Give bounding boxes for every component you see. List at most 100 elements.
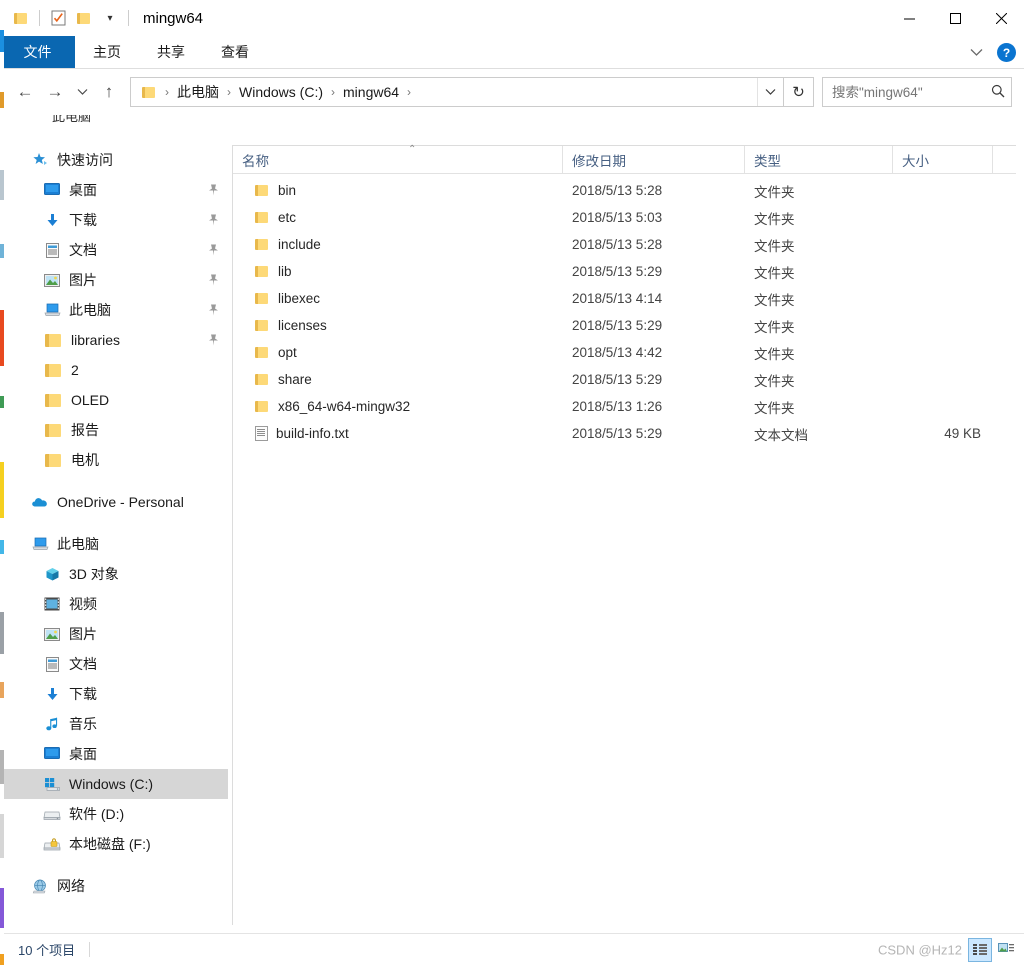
forward-button[interactable]: → bbox=[40, 77, 70, 107]
sidebar-item-libraries[interactable]: libraries bbox=[0, 325, 228, 355]
tab-view[interactable]: 查看 bbox=[203, 36, 267, 68]
file-name-cell[interactable]: include bbox=[233, 237, 563, 252]
breadcrumb-item-2[interactable]: mingw64 bbox=[338, 82, 404, 102]
pin-icon[interactable] bbox=[207, 334, 220, 347]
sidebar-item-2[interactable]: 2 bbox=[0, 355, 228, 385]
nav-spacer-3 bbox=[0, 859, 228, 871]
sidebar-item-local-disk-f[interactable]: 本地磁盘 (F:) bbox=[0, 829, 228, 859]
table-row[interactable]: etc 2018/5/13 5:03 文件夹 bbox=[233, 204, 1016, 231]
breadcrumb-item-1[interactable]: Windows (C:) bbox=[234, 82, 328, 102]
pictures-icon bbox=[42, 271, 62, 289]
file-name-cell[interactable]: x86_64-w64-mingw32 bbox=[233, 399, 563, 414]
details-view-icon[interactable] bbox=[968, 937, 992, 962]
qat-dropdown-icon[interactable]: ▾ bbox=[97, 5, 123, 31]
drive-icon bbox=[42, 805, 62, 823]
sidebar-item-documents-pc[interactable]: 文档 bbox=[0, 649, 228, 679]
sidebar-item-desktop[interactable]: 桌面 bbox=[0, 175, 228, 205]
up-button[interactable]: ↑ bbox=[94, 77, 124, 107]
file-date-cell: 2018/5/13 5:29 bbox=[572, 264, 663, 279]
sidebar-item-3d-objects[interactable]: 3D 对象 bbox=[0, 559, 228, 589]
sidebar-item-desktop-pc[interactable]: 桌面 bbox=[0, 739, 228, 769]
file-name-cell[interactable]: lib bbox=[233, 264, 563, 279]
pin-icon[interactable] bbox=[207, 244, 220, 257]
file-date-cell: 2018/5/13 1:26 bbox=[572, 399, 663, 414]
address-box[interactable]: › 此电脑 › Windows (C:) › mingw64 › bbox=[130, 77, 784, 107]
table-row[interactable]: libexec 2018/5/13 4:14 文件夹 bbox=[233, 285, 1016, 312]
pin-icon[interactable] bbox=[207, 184, 220, 197]
pin-icon[interactable] bbox=[207, 214, 220, 227]
sidebar-item-documents[interactable]: 文档 bbox=[0, 235, 228, 265]
large-icons-view-icon[interactable] bbox=[994, 938, 1018, 962]
sidebar-item-motor[interactable]: 电机 bbox=[0, 445, 228, 475]
search-box[interactable] bbox=[822, 77, 1012, 107]
file-name-cell[interactable]: share bbox=[233, 372, 563, 387]
tab-file[interactable]: 文件 bbox=[0, 36, 75, 68]
file-name-cell[interactable]: licenses bbox=[233, 318, 563, 333]
sidebar-item-software-d[interactable]: 软件 (D:) bbox=[0, 799, 228, 829]
pin-icon[interactable] bbox=[207, 274, 220, 287]
refresh-button[interactable]: ↻ bbox=[784, 77, 814, 107]
maximize-button[interactable] bbox=[932, 0, 978, 36]
sidebar-item-label: 图片 bbox=[69, 272, 97, 288]
column-header-name[interactable]: 名称 bbox=[233, 146, 563, 173]
folder-icon bbox=[44, 331, 64, 349]
folder-icon[interactable] bbox=[8, 5, 34, 31]
file-name-label: include bbox=[278, 237, 321, 252]
search-input[interactable] bbox=[832, 84, 987, 100]
sidebar-section-onedrive[interactable]: OneDrive - Personal bbox=[0, 487, 228, 517]
table-row[interactable]: share 2018/5/13 5:29 文件夹 bbox=[233, 366, 1016, 393]
sidebar-item-downloads-pc[interactable]: 下载 bbox=[0, 679, 228, 709]
file-name-cell[interactable]: bin bbox=[233, 183, 563, 198]
table-row[interactable]: build-info.txt 2018/5/13 5:29 文本文档 49 KB bbox=[233, 420, 1016, 447]
file-name-cell[interactable]: build-info.txt bbox=[233, 426, 563, 441]
table-row[interactable]: bin 2018/5/13 5:28 文件夹 bbox=[233, 177, 1016, 204]
file-list-pane: ⌃ 名称 修改日期 类型 大小 bin 2018/5/13 5:28 文件夹 e… bbox=[232, 145, 1016, 925]
table-row[interactable]: lib 2018/5/13 5:29 文件夹 bbox=[233, 258, 1016, 285]
breadcrumb-item-0[interactable]: 此电脑 bbox=[172, 80, 224, 104]
tab-home[interactable]: 主页 bbox=[75, 36, 139, 68]
sidebar-item-windows-c[interactable]: Windows (C:) bbox=[0, 769, 228, 799]
tab-share[interactable]: 共享 bbox=[139, 36, 203, 68]
column-header-size[interactable]: 大小 bbox=[893, 146, 993, 173]
help-icon[interactable]: ? bbox=[997, 43, 1016, 62]
sidebar-item-pictures-pc[interactable]: 图片 bbox=[0, 619, 228, 649]
file-name-cell[interactable]: opt bbox=[233, 345, 563, 360]
sidebar-item-reports[interactable]: 报告 bbox=[0, 415, 228, 445]
sidebar-item-music[interactable]: 音乐 bbox=[0, 709, 228, 739]
folder-icon bbox=[255, 346, 270, 359]
sidebar-item-this-pc[interactable]: 此电脑 bbox=[0, 295, 228, 325]
pin-icon[interactable] bbox=[207, 304, 220, 317]
search-icon[interactable] bbox=[991, 84, 1005, 101]
properties-icon[interactable] bbox=[45, 5, 71, 31]
sidebar-section-quick-access[interactable]: 快速访问 bbox=[0, 145, 228, 175]
breadcrumb-root-icon[interactable] bbox=[137, 84, 162, 101]
file-name-cell[interactable]: libexec bbox=[233, 291, 563, 306]
sidebar-section-label: OneDrive - Personal bbox=[57, 494, 184, 510]
window-controls bbox=[886, 0, 1024, 36]
sidebar-item-downloads[interactable]: 下载 bbox=[0, 205, 228, 235]
table-row[interactable]: x86_64-w64-mingw32 2018/5/13 1:26 文件夹 bbox=[233, 393, 1016, 420]
folder-icon bbox=[255, 319, 270, 332]
nav-clipped-row: 此电脑 bbox=[0, 115, 228, 133]
back-button[interactable]: ← bbox=[10, 77, 40, 107]
minimize-button[interactable] bbox=[886, 0, 932, 36]
address-dropdown-icon[interactable] bbox=[757, 78, 783, 106]
file-name-label: build-info.txt bbox=[276, 426, 349, 441]
sidebar-section-network[interactable]: 网络 bbox=[0, 871, 228, 901]
chevron-down-icon[interactable] bbox=[965, 42, 987, 64]
new-folder-icon[interactable] bbox=[71, 5, 97, 31]
toolbar-divider bbox=[39, 10, 40, 26]
table-row[interactable]: opt 2018/5/13 4:42 文件夹 bbox=[233, 339, 1016, 366]
column-header-date[interactable]: 修改日期 bbox=[563, 146, 745, 173]
close-button[interactable] bbox=[978, 0, 1024, 36]
table-row[interactable]: include 2018/5/13 5:28 文件夹 bbox=[233, 231, 1016, 258]
sidebar-item-videos[interactable]: 视频 bbox=[0, 589, 228, 619]
sidebar-section-this-pc[interactable]: 此电脑 bbox=[0, 529, 228, 559]
file-name-cell[interactable]: etc bbox=[233, 210, 563, 225]
recent-locations-button[interactable] bbox=[70, 77, 94, 107]
sidebar-item-pictures[interactable]: 图片 bbox=[0, 265, 228, 295]
table-row[interactable]: licenses 2018/5/13 5:29 文件夹 bbox=[233, 312, 1016, 339]
column-header-type[interactable]: 类型 bbox=[745, 146, 893, 173]
sidebar-item-oled[interactable]: OLED bbox=[0, 385, 228, 415]
folder-icon bbox=[255, 211, 270, 224]
